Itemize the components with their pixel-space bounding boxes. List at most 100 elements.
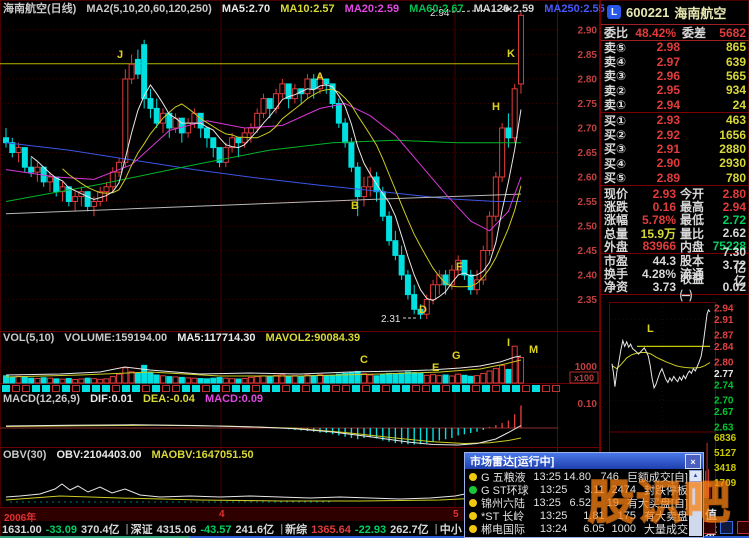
stat-value: 0.16	[634, 200, 676, 214]
obv-value: OBV:2104403.00	[56, 449, 141, 461]
alert-time: 13:25	[540, 510, 573, 522]
order-price: 2.92	[638, 128, 680, 142]
panel-icon[interactable]	[737, 521, 749, 534]
index-group[interactable]: 新综1365.64-22.93262.7亿	[285, 521, 433, 537]
alert-volume: 1000	[605, 523, 636, 535]
kline-header: 海南航空(日线) MA2(5,10,20,60,120,250) MA5:2.7…	[3, 0, 612, 16]
stat-value: 0.02	[712, 280, 746, 294]
alert-time: 13:25	[540, 484, 573, 496]
stat-value: 4.28%	[634, 267, 676, 281]
stat-value: 2.94	[712, 200, 746, 214]
order-price: 2.90	[638, 156, 680, 170]
obv-indicator-name: OBV(30)	[3, 449, 46, 461]
radar-alert-row[interactable]: 郴电国际13:246.051000大量成交	[466, 522, 688, 535]
trading-terminal: 2.902.852.802.752.702.652.602.552.502.45…	[0, 0, 749, 538]
svg-text:M: M	[529, 344, 538, 356]
stock-name: 海南航空	[674, 3, 726, 22]
alert-price: 6.52	[563, 497, 591, 509]
svg-text:H: H	[492, 101, 500, 113]
close-icon[interactable]: ×	[685, 454, 701, 469]
weicha-label: 委差	[682, 24, 710, 41]
order-level-label: 卖①	[604, 96, 638, 113]
svg-text:2.80: 2.80	[578, 75, 598, 86]
panel-icon[interactable]	[720, 521, 733, 534]
order-volume: 639	[680, 55, 746, 69]
svg-text:x100: x100	[574, 373, 594, 383]
panel-bottom-icons	[703, 521, 749, 534]
stat-value: 2.62	[712, 226, 746, 240]
order-volume: 1656	[680, 128, 746, 142]
order-price: 2.89	[638, 171, 680, 185]
order-volume: 565	[680, 69, 746, 83]
svg-text:2.70: 2.70	[578, 124, 598, 135]
ma-params: MA2(5,10,20,60,120,250)	[86, 3, 211, 15]
stock-code: 600221	[626, 5, 669, 20]
svg-text:A: A	[316, 71, 324, 83]
order-price: 2.91	[638, 142, 680, 156]
quote-panel-header[interactable]: L 600221 海南航空	[601, 0, 749, 25]
volume-value: VOLUME:159194.00	[64, 332, 167, 344]
svg-text:2.60: 2.60	[578, 173, 598, 184]
svg-text:0.10: 0.10	[578, 399, 598, 410]
popup-title-bar[interactable]: 市场雷达[运行中]	[465, 453, 703, 469]
scroll-up-icon[interactable]: ▲	[689, 470, 702, 482]
maobv-value: MAOBV:1647051.50	[152, 449, 254, 461]
stat-rows: 现价2.93今开2.80涨跌0.16最高2.94涨幅5.78%最低2.72总量1…	[601, 187, 749, 295]
svg-text:2.85: 2.85	[578, 50, 598, 61]
stat-value: 83966	[634, 239, 676, 253]
svg-text:J: J	[117, 49, 123, 61]
vol-indicator-name: VOL(5,10)	[3, 332, 54, 344]
alert-price: 6.05	[573, 523, 604, 535]
svg-text:C: C	[360, 354, 368, 366]
index-value: 1365.64	[311, 524, 351, 536]
weicha-value: 5682	[710, 26, 746, 40]
ask-row[interactable]: 卖①2.9424	[601, 98, 749, 112]
index-value: 1631.00	[2, 524, 42, 536]
dea-value: DEA:-0.04	[143, 393, 195, 405]
index-group[interactable]: 深证4315.06-43.57241.6亿	[131, 521, 279, 537]
stat-label: 净资	[604, 278, 634, 295]
ma20-value: MA20:2.59	[345, 3, 399, 15]
alert-volume: 19	[591, 497, 619, 509]
divider: |	[126, 523, 129, 535]
ask-rows: 卖⑤2.98865卖④2.97639卖③2.96565卖②2.95934卖①2.…	[601, 40, 749, 113]
radar-rows: G 五粮液13:2514.80746巨额成交[自]G ST环球13:253.11…	[466, 470, 688, 537]
panel-icon[interactable]	[703, 521, 716, 534]
tab-value[interactable]: 值	[705, 508, 717, 522]
order-price: 2.98	[638, 40, 680, 54]
index-amount: 262.7亿	[390, 524, 429, 536]
index-amount: 370.4亿	[81, 524, 120, 536]
alert-bell-icon	[469, 486, 477, 494]
alert-bell-icon	[469, 499, 477, 507]
dif-value: DIF:0.01	[90, 393, 133, 405]
ma10-value: MA10:2.57	[280, 3, 334, 15]
bid-row[interactable]: 买⑤2.89780	[601, 171, 749, 185]
svg-text:2.45: 2.45	[578, 246, 598, 257]
alert-bell-icon	[469, 512, 477, 520]
macd-value: MACD:0.09	[205, 393, 263, 405]
macd-header: MACD(12,26,9) DIF:0.01 DEA:-0.04 MACD:0.…	[3, 393, 270, 405]
alert-bell-icon	[469, 473, 477, 481]
order-level-label: 买⑤	[604, 169, 638, 186]
market-radar-popup: 市场雷达[运行中] × G 五粮液13:2514.80746巨额成交[自]G S…	[464, 452, 704, 538]
stat-label: 收益㈠	[680, 270, 712, 304]
order-price: 2.95	[638, 83, 680, 97]
svg-text:2.55: 2.55	[578, 197, 598, 208]
alert-price: 1.81	[573, 510, 604, 522]
index-change: -33.09	[46, 524, 77, 536]
stat-value: 2.72	[712, 213, 746, 227]
alert-stock-name: 郴电国际	[481, 521, 540, 537]
ma120-value: MA120:2.59	[474, 3, 535, 15]
obv-header: OBV(30) OBV:2104403.00 MAOBV:1647051.50	[3, 449, 261, 461]
popup-scrollbar[interactable]: ▲	[689, 470, 702, 536]
divider: |	[435, 523, 438, 535]
index-value: 4315.06	[157, 524, 197, 536]
svg-text:2.40: 2.40	[578, 271, 598, 282]
mavol2-value: MAVOL2:90084.39	[266, 332, 361, 344]
order-volume: 934	[680, 83, 746, 97]
bid-rows: 买①2.93463买②2.921656买③2.912880买④2.902930买…	[601, 113, 749, 186]
order-price: 2.93	[638, 113, 680, 127]
stat-value: 2.93	[634, 187, 676, 201]
index-group[interactable]: 1631.00 -33.09 370.4亿	[2, 521, 124, 537]
vol-header: VOL(5,10) VOLUME:159194.00 MA5:117714.30…	[3, 332, 367, 344]
